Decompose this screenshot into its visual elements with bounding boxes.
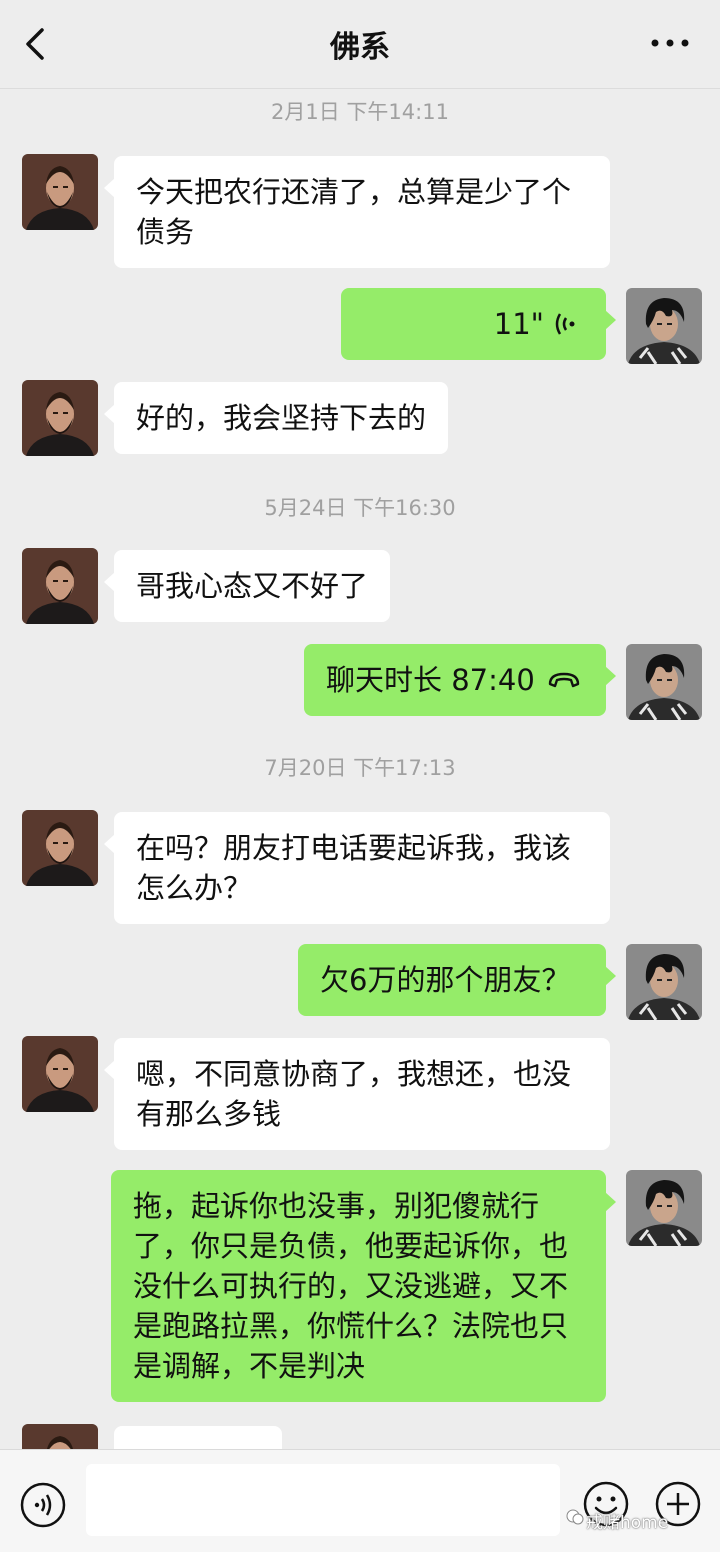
voice-toggle-icon[interactable] <box>20 1482 66 1528</box>
message-text: 在吗？朋友打电话要起诉我，我该怎么办？ <box>136 831 572 905</box>
message-text: 哥我心态又不好了 <box>136 569 369 603</box>
message-bubble-incoming[interactable]: 今天把农行还清了，总算是少了个债务 <box>104 156 610 268</box>
contact-avatar[interactable] <box>22 548 98 624</box>
message-bubble-outgoing[interactable]: 欠6万的那个朋友？ <box>298 944 616 1016</box>
voice-message-bubble[interactable]: 11" <box>341 288 616 360</box>
voice-wave-icon <box>555 313 575 335</box>
message-bubble-incoming[interactable]: 哥我心态又不好了 <box>103 550 391 622</box>
my-avatar[interactable] <box>626 944 702 1020</box>
contact-avatar[interactable] <box>22 810 98 886</box>
chat-title: 佛系 <box>330 30 390 65</box>
message-text: 好的，我会坚持下去的 <box>136 401 427 435</box>
message-text: 嗯，不同意协商了，我想还，也没有那么多钱 <box>136 1057 572 1131</box>
message-bubble-incoming[interactable]: 在吗？朋友打电话要起诉我，我该怎么办？ <box>104 812 610 924</box>
call-duration: 聊天时长 87:40 <box>326 663 535 697</box>
message-list[interactable]: 2月1日 下午14:11 今天把农行还清了，总算是少了个债务 11" 好的，我会… <box>0 88 720 1449</box>
more-icon[interactable] <box>650 36 690 50</box>
message-input[interactable] <box>86 1464 560 1536</box>
phone-hangup-icon <box>548 672 579 688</box>
message-bubble-incoming[interactable]: 好的，我会坚持下去的 <box>103 382 449 454</box>
input-bar: 戒赌home <box>0 1449 720 1552</box>
message-text: 今天把农行还清了，总算是少了个债务 <box>136 175 572 249</box>
message-bubble-outgoing[interactable]: 拖，起诉你也没事，别犯傻就行了，你只是负债，他要起诉你，也没什么可执行的，又没逃… <box>111 1170 616 1402</box>
call-record-bubble[interactable]: 聊天时长 87:40 <box>304 644 616 716</box>
contact-avatar[interactable] <box>22 1424 98 1449</box>
contact-avatar[interactable] <box>22 154 98 230</box>
contact-avatar[interactable] <box>22 380 98 456</box>
message-text: 欠6万的那个朋友？ <box>320 963 571 997</box>
contact-avatar[interactable] <box>22 1036 98 1112</box>
voice-duration: 11" <box>493 307 544 341</box>
my-avatar[interactable] <box>626 1170 702 1246</box>
message-text: 拖，起诉你也没事，别犯傻就行了，你只是负债，他要起诉你，也没什么可执行的，又没逃… <box>133 1189 569 1383</box>
message-bubble-incoming[interactable]: 嗯，不同意协商了，我想还，也没有那么多钱 <box>104 1038 610 1150</box>
timestamp: 2月1日 下午14:11 <box>271 100 449 124</box>
my-avatar[interactable] <box>626 288 702 364</box>
message-bubble-incoming[interactable] <box>104 1426 282 1449</box>
my-avatar[interactable] <box>626 644 702 720</box>
timestamp: 5月24日 下午16:30 <box>264 496 456 520</box>
timestamp: 7月20日 下午17:13 <box>264 756 456 780</box>
watermark-icon <box>566 1509 584 1525</box>
title-bar: 佛系 <box>0 0 720 89</box>
watermark-text: 戒赌home <box>586 1513 669 1533</box>
